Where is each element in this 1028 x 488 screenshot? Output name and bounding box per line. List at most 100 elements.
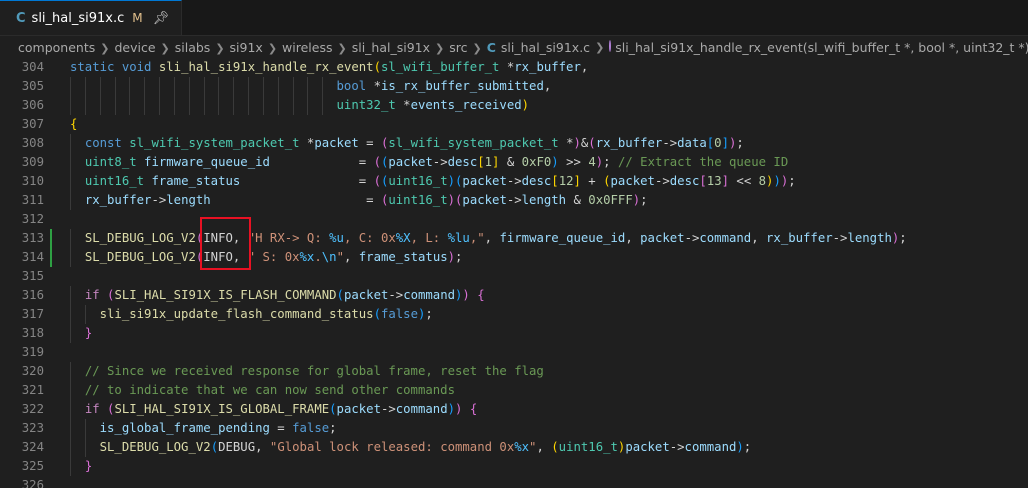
- line-number: 317: [21, 307, 44, 321]
- code-token: events_received: [410, 98, 522, 112]
- code-token: ): [447, 193, 456, 207]
- code-token: 12: [558, 174, 574, 188]
- breadcrumb-item[interactable]: src: [449, 40, 467, 55]
- indent-guide: [70, 457, 71, 476]
- code-token: 13: [706, 174, 722, 188]
- code-token: =: [269, 155, 374, 169]
- breadcrumb-item[interactable]: wireless: [282, 40, 332, 55]
- code-line: 326: [0, 476, 1028, 488]
- code-token: ->: [432, 155, 448, 169]
- code-token: =: [358, 136, 381, 150]
- code-token: (: [373, 60, 381, 74]
- indent-guide: [307, 77, 309, 96]
- breadcrumb-item[interactable]: device: [114, 40, 155, 55]
- code-token: ,: [543, 79, 552, 93]
- code-line: 314 SL_DEBUG_LOG_V2(INFO, " S: 0x%x.\n",…: [0, 248, 1028, 267]
- code-token: rx_buffer: [766, 231, 833, 245]
- indent-guide: [84, 77, 86, 96]
- indent-guide: [277, 96, 279, 115]
- code-token: ]: [573, 174, 581, 188]
- pin-icon[interactable]: 📌︎: [153, 11, 170, 26]
- code-token: firmware_queue_id: [499, 231, 626, 245]
- code-token: (: [551, 440, 559, 454]
- line-number: 320: [21, 364, 44, 378]
- line-number: 321: [21, 383, 44, 397]
- breadcrumb-item[interactable]: sli_hal_si91x: [352, 40, 430, 55]
- code-token: INFO,: [203, 250, 248, 264]
- git-change-marker[interactable]: [50, 229, 52, 248]
- code-token: packet: [314, 136, 359, 150]
- code-text: uint32_t *events_received): [70, 96, 530, 115]
- code-text: SL_DEBUG_LOG_V2(INFO, "H RX-> Q: %u, C: …: [70, 229, 907, 248]
- code-token: INFO,: [203, 231, 248, 245]
- indent-guide: [70, 172, 71, 191]
- code-line: 310 uint16_t frame_status = ((uint16_t)(…: [0, 172, 1028, 191]
- indent-guide: [70, 153, 71, 172]
- indent-guide: [322, 96, 324, 115]
- code-text: static void sli_hal_si91x_handle_rx_even…: [70, 58, 588, 77]
- line-number: 316: [21, 288, 44, 302]
- code-line: 312: [0, 210, 1028, 229]
- indent-guide: [188, 96, 190, 115]
- code-token: data: [677, 136, 707, 150]
- tab-sli-hal-si91x-c[interactable]: C sli_hal_si91x.c M 📌︎: [0, 0, 183, 35]
- code-token: ;: [743, 440, 752, 454]
- code-line: 320 // Since we received response for gl…: [0, 362, 1028, 381]
- indent-guide: [262, 77, 264, 96]
- breadcrumb-file[interactable]: sli_hal_si91x.c: [501, 40, 590, 55]
- indent-guide: [262, 96, 264, 115]
- code-line: 319: [0, 343, 1028, 362]
- indent-guide: [70, 438, 71, 457]
- line-number: 308: [21, 136, 44, 150]
- code-token: if: [84, 402, 108, 416]
- code-token: uint16_t: [388, 193, 448, 207]
- code-token: bool: [336, 79, 374, 93]
- breadcrumb-item[interactable]: silabs: [175, 40, 211, 55]
- line-number: 307: [21, 117, 44, 131]
- code-line: 308 const sl_wifi_system_packet_t *packe…: [0, 134, 1028, 153]
- code-token: , L:: [410, 231, 448, 245]
- breadcrumb-function[interactable]: sli_hal_si91x_handle_rx_event(sl_wifi_bu…: [615, 40, 1028, 55]
- code-token: &: [499, 155, 522, 169]
- indent-guide: [99, 96, 101, 115]
- code-text: is_global_frame_pending = false;: [70, 419, 337, 438]
- code-line: 323 is_global_frame_pending = false;: [0, 419, 1028, 438]
- code-token: =: [269, 421, 293, 435]
- code-token: "H RX-> Q:: [247, 231, 330, 245]
- code-line: 304 static void sli_hal_si91x_handle_rx_e…: [0, 58, 1028, 77]
- code-token: \n: [321, 250, 337, 264]
- code-token: ,: [751, 231, 767, 245]
- code-token: command: [699, 231, 752, 245]
- code-line: 324 SL_DEBUG_LOG_V2(DEBUG, "Global lock …: [0, 438, 1028, 457]
- code-text: uint16_t frame_status = ((uint16_t)(pack…: [70, 172, 796, 191]
- git-change-marker[interactable]: [50, 248, 52, 267]
- indent-guide: [84, 96, 86, 115]
- breadcrumb-path: components ❯ device ❯ silabs ❯ si91x ❯ wireless ❯…: [18, 40, 487, 55]
- chevron-right-icon: ❯: [160, 41, 170, 55]
- code-token: {: [469, 402, 478, 416]
- indent-guide: [129, 77, 131, 96]
- indent-guide: [144, 77, 146, 96]
- line-number: 312: [21, 212, 44, 226]
- code-token: (: [210, 440, 219, 454]
- code-token: rx_buffer: [595, 136, 663, 150]
- indent-guide: [322, 77, 324, 96]
- code-token: ->: [506, 193, 522, 207]
- code-token: SL_DEBUG_LOG_V2: [99, 440, 211, 454]
- code-token: (: [588, 136, 596, 150]
- breadcrumb-item[interactable]: si91x: [230, 40, 263, 55]
- code-token: =: [210, 193, 381, 207]
- line-number: 322: [21, 402, 44, 416]
- code-token: (: [603, 174, 611, 188]
- code-token: SL_DEBUG_LOG_V2: [84, 231, 196, 245]
- line-number: 324: [21, 440, 44, 454]
- code-token: length: [847, 231, 892, 245]
- code-token: (: [373, 307, 381, 321]
- line-number: 313: [21, 231, 44, 245]
- breadcrumb-item[interactable]: components: [18, 40, 95, 55]
- code-text: if (SLI_HAL_SI91X_IS_FLASH_COMMAND(packe…: [70, 286, 485, 305]
- code-editor[interactable]: 304 static void sli_hal_si91x_handle_rx_e…: [0, 58, 1028, 488]
- code-line: 315: [0, 267, 1028, 286]
